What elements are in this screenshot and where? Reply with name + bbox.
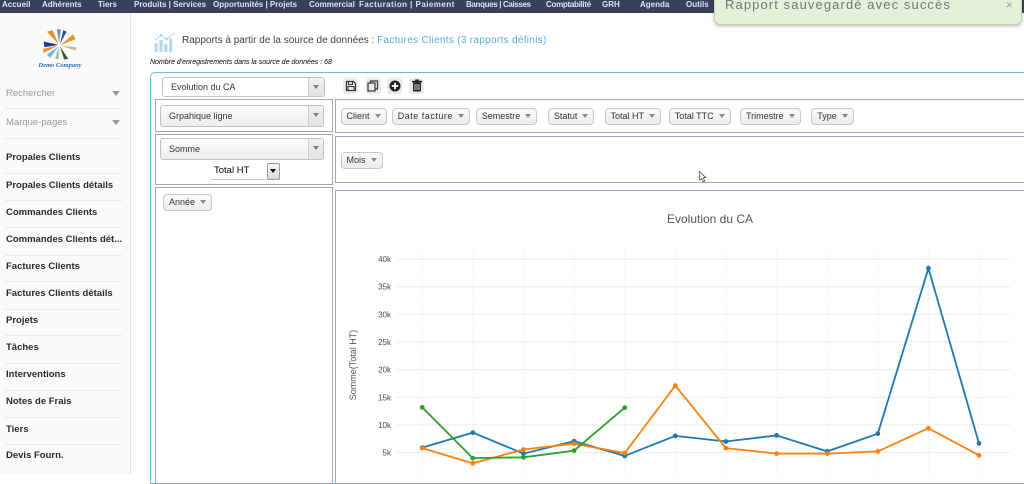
svg-text:35k: 35k	[378, 283, 392, 292]
svg-text:5k: 5k	[383, 449, 392, 458]
svg-text:10k: 10k	[378, 421, 392, 430]
svg-text:15k: 15k	[378, 393, 392, 402]
svg-text:30k: 30k	[378, 310, 392, 319]
svg-text:40k: 40k	[378, 255, 392, 264]
svg-text:20k: 20k	[378, 366, 392, 375]
svg-text:25k: 25k	[378, 338, 392, 347]
svg-text:Somme(Total HT): Somme(Total HT)	[348, 330, 358, 401]
svg-text:Evolution du CA: Evolution du CA	[667, 212, 753, 226]
